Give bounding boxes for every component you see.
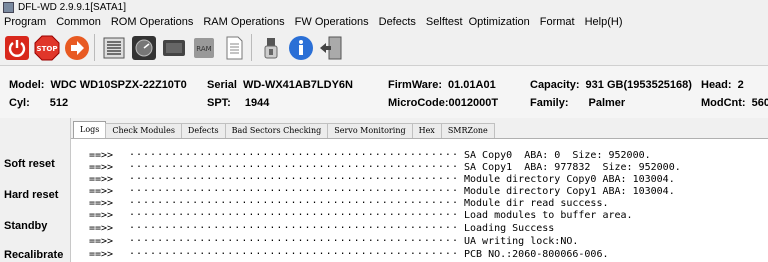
gauge-icon (131, 35, 156, 60)
memory-button[interactable] (100, 34, 127, 61)
spt-label: SPT: (207, 97, 231, 109)
info-icon (288, 35, 313, 60)
capacity-label: Capacity: (530, 79, 580, 91)
tab-check-modules[interactable]: Check Modules (105, 123, 182, 138)
power-icon (4, 35, 29, 60)
chip-dark-icon (162, 39, 185, 56)
drive-info-panel: Model: WDC WD10SPZX-22Z10T0 Cyl: 512 Seria… (0, 66, 768, 118)
microcode-label: MicroCode: (388, 97, 449, 109)
menu-format[interactable]: Format (536, 16, 581, 28)
menu-defects[interactable]: Defects (375, 16, 422, 28)
family-field: Family: Palmer (530, 97, 625, 109)
menu-common[interactable]: Common (52, 16, 107, 28)
cyl-value: 512 (49, 97, 69, 109)
model-field: Model: WDC WD10SPZX-22Z10T0 (9, 79, 187, 91)
modcnt-value: 560 (751, 97, 768, 109)
toolbar: STOP RAM (0, 30, 768, 66)
microcode-value: 0012000T (448, 97, 499, 109)
power-button[interactable] (3, 34, 30, 61)
log-line: ==>>....................................… (89, 207, 633, 221)
document-icon (226, 36, 242, 59)
stop-icon: STOP (34, 35, 59, 60)
menu-bar: Program Common ROM Operations RAM Operat… (0, 14, 768, 30)
capacity-value: 931 GB(1953525168) (585, 79, 692, 91)
log-line: ==>>....................................… (89, 159, 681, 173)
tab-servo-monitoring[interactable]: Servo Monitoring (327, 123, 413, 138)
tab-smrzone[interactable]: SMRZone (440, 123, 495, 138)
svg-text:RAM: RAM (196, 45, 211, 53)
left-button-panel: Soft reset Hard reset Standby Recalibrat… (0, 118, 71, 262)
family-label: Family: (530, 97, 569, 109)
app-icon (3, 1, 14, 13)
serial-label: Serial (207, 79, 237, 91)
menu-help[interactable]: Help(H) (581, 16, 629, 28)
log-line: ==>>....................................… (89, 220, 555, 234)
standby-button[interactable]: Standby (4, 220, 47, 232)
hard-reset-button[interactable]: Hard reset (4, 189, 58, 201)
ram-button[interactable]: RAM (190, 34, 217, 61)
serial-field: Serial WD-WX41AB7LDY6N (207, 79, 353, 91)
spt-value: 1944 (244, 97, 270, 109)
memory-chip-icon (103, 37, 124, 58)
cyl-label: Cyl: (9, 97, 30, 109)
model-label: Model: (9, 79, 45, 91)
menu-selftest[interactable]: Selftest (422, 16, 465, 28)
log-output[interactable]: ==>>....................................… (71, 139, 768, 262)
recalibrate-button[interactable]: Recalibrate (4, 249, 63, 261)
title-bar: DFL-WD 2.9.9.1[SATA1] (0, 0, 768, 14)
head-label: Head: (701, 79, 732, 91)
menu-fw-operations[interactable]: FW Operations (291, 16, 375, 28)
document-button[interactable] (220, 34, 247, 61)
capacity-field: Capacity: 931 GB(1953525168) (530, 79, 692, 91)
toolbar-separator (251, 34, 252, 61)
tab-hex[interactable]: Hex (411, 123, 442, 138)
microcode-field: MicroCode:0012000T (388, 97, 498, 109)
modcnt-field: ModCnt: 560 (701, 97, 768, 109)
soft-reset-button[interactable]: Soft reset (4, 158, 55, 170)
modcnt-label: ModCnt: (701, 97, 746, 109)
log-line: ==>>....................................… (89, 246, 609, 260)
exit-door-icon (319, 36, 341, 59)
log-line: ==>>....................................… (89, 147, 651, 161)
chip-button[interactable] (160, 34, 187, 61)
log-line: ==>>....................................… (89, 171, 675, 185)
toolbar-separator (94, 34, 95, 61)
firmware-field: FirmWare: 01.01A01 (388, 79, 496, 91)
gauge-button[interactable] (130, 34, 157, 61)
tab-defects[interactable]: Defects (180, 123, 226, 138)
log-line: ==>>....................................… (89, 233, 579, 247)
model-value: WDC WD10SPZX-22Z10T0 (50, 79, 187, 91)
log-line: ==>>....................................… (89, 183, 675, 197)
menu-optimization[interactable]: Optimization (465, 16, 536, 28)
spt-field: SPT: 1944 (207, 97, 269, 109)
info-button[interactable] (287, 34, 314, 61)
svg-text:STOP: STOP (36, 45, 57, 53)
ram-icon: RAM (193, 37, 214, 58)
stop-button[interactable]: STOP (33, 34, 60, 61)
head-field: Head: 2 (701, 79, 744, 91)
cyl-field: Cyl: 512 (9, 97, 68, 109)
firmware-value: 01.01A01 (448, 79, 496, 91)
head-value: 2 (737, 79, 744, 91)
menu-program[interactable]: Program (0, 16, 52, 28)
window-title: DFL-WD 2.9.9.1[SATA1] (18, 1, 126, 13)
firmware-label: FirmWare: (388, 79, 442, 91)
serial-value: WD-WX41AB7LDY6N (242, 79, 353, 91)
family-value: Palmer (588, 97, 626, 109)
menu-ram-operations[interactable]: RAM Operations (199, 16, 290, 28)
tab-logs[interactable]: Logs (73, 121, 107, 138)
next-button[interactable] (63, 34, 90, 61)
menu-rom-operations[interactable]: ROM Operations (107, 16, 200, 28)
log-line: ==>>....................................… (89, 195, 609, 209)
arrow-right-icon (64, 35, 89, 60)
tab-bar: Logs Check Modules Defects Bad Sectors C… (71, 121, 768, 139)
usb-plug-icon (264, 37, 277, 58)
usb-button[interactable] (257, 34, 284, 61)
exit-button[interactable] (317, 34, 344, 61)
tab-bad-sectors-checking[interactable]: Bad Sectors Checking (224, 123, 329, 138)
